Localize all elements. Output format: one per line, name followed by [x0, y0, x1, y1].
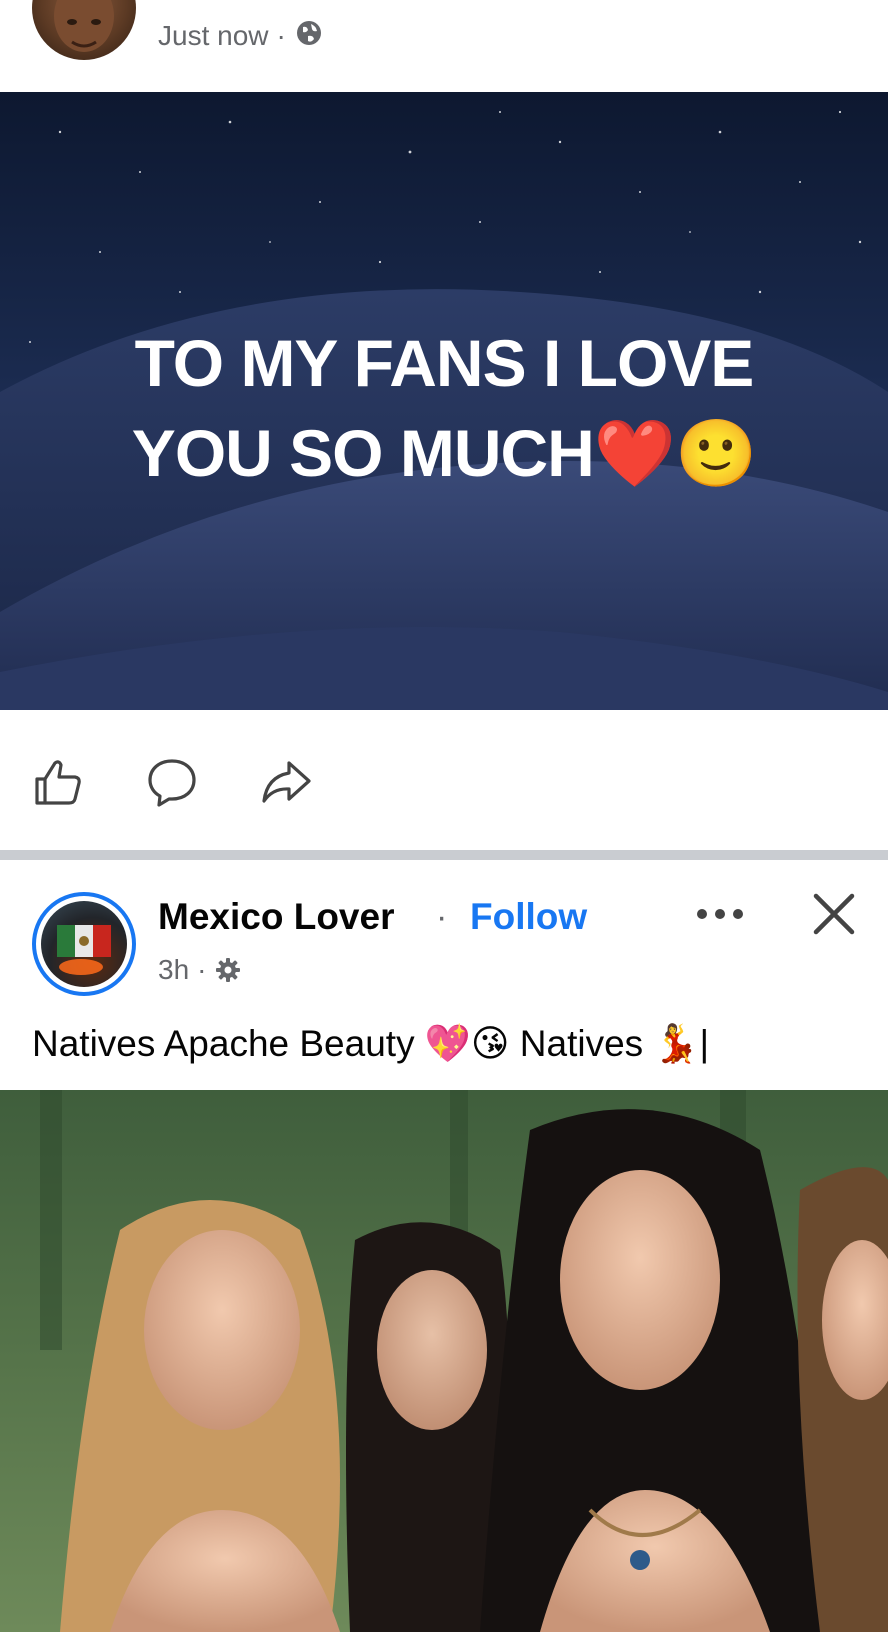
page-avatar[interactable]	[32, 892, 136, 996]
comment-icon	[148, 759, 196, 807]
post-photo[interactable]	[0, 1090, 888, 1632]
gear-icon	[216, 958, 241, 982]
like-button[interactable]	[28, 752, 88, 812]
globe-icon	[294, 18, 324, 55]
text-post-background[interactable]: TO MY FANS I LOVE YOU SO MUCH❤️🙂	[0, 92, 888, 710]
more-dots-icon	[697, 909, 743, 919]
share-icon	[262, 761, 311, 803]
feed-divider	[0, 850, 888, 860]
page-name[interactable]: Mexico Lover	[158, 896, 394, 938]
post-text: TO MY FANS I LOVE YOU SO MUCH❤️🙂	[0, 318, 888, 498]
thumbs-up-icon	[35, 760, 81, 805]
post-timestamp[interactable]: Just now	[158, 20, 269, 52]
meta-separator: ·	[276, 20, 286, 51]
post-actions	[0, 730, 888, 830]
share-button[interactable]	[256, 752, 316, 812]
post-meta: Just now ·	[158, 18, 324, 54]
close-icon	[813, 893, 855, 935]
post-time[interactable]: 3h	[158, 954, 189, 986]
follow-button[interactable]: Follow	[470, 896, 587, 938]
meta-separator: ·	[197, 954, 207, 985]
post-text-line: TO MY FANS I LOVE	[134, 326, 755, 400]
author-avatar[interactable]	[32, 0, 136, 60]
comment-button[interactable]	[142, 752, 202, 812]
name-separator: ·	[436, 898, 448, 936]
post-caption: Natives Apache Beauty 💖😘 Natives 💃|	[32, 1023, 710, 1064]
more-options-button[interactable]	[690, 892, 750, 936]
post-text-line: YOU SO MUCH❤️🙂	[131, 416, 757, 490]
hide-post-button[interactable]	[806, 886, 862, 942]
post2-meta: 3h ·	[158, 954, 242, 986]
